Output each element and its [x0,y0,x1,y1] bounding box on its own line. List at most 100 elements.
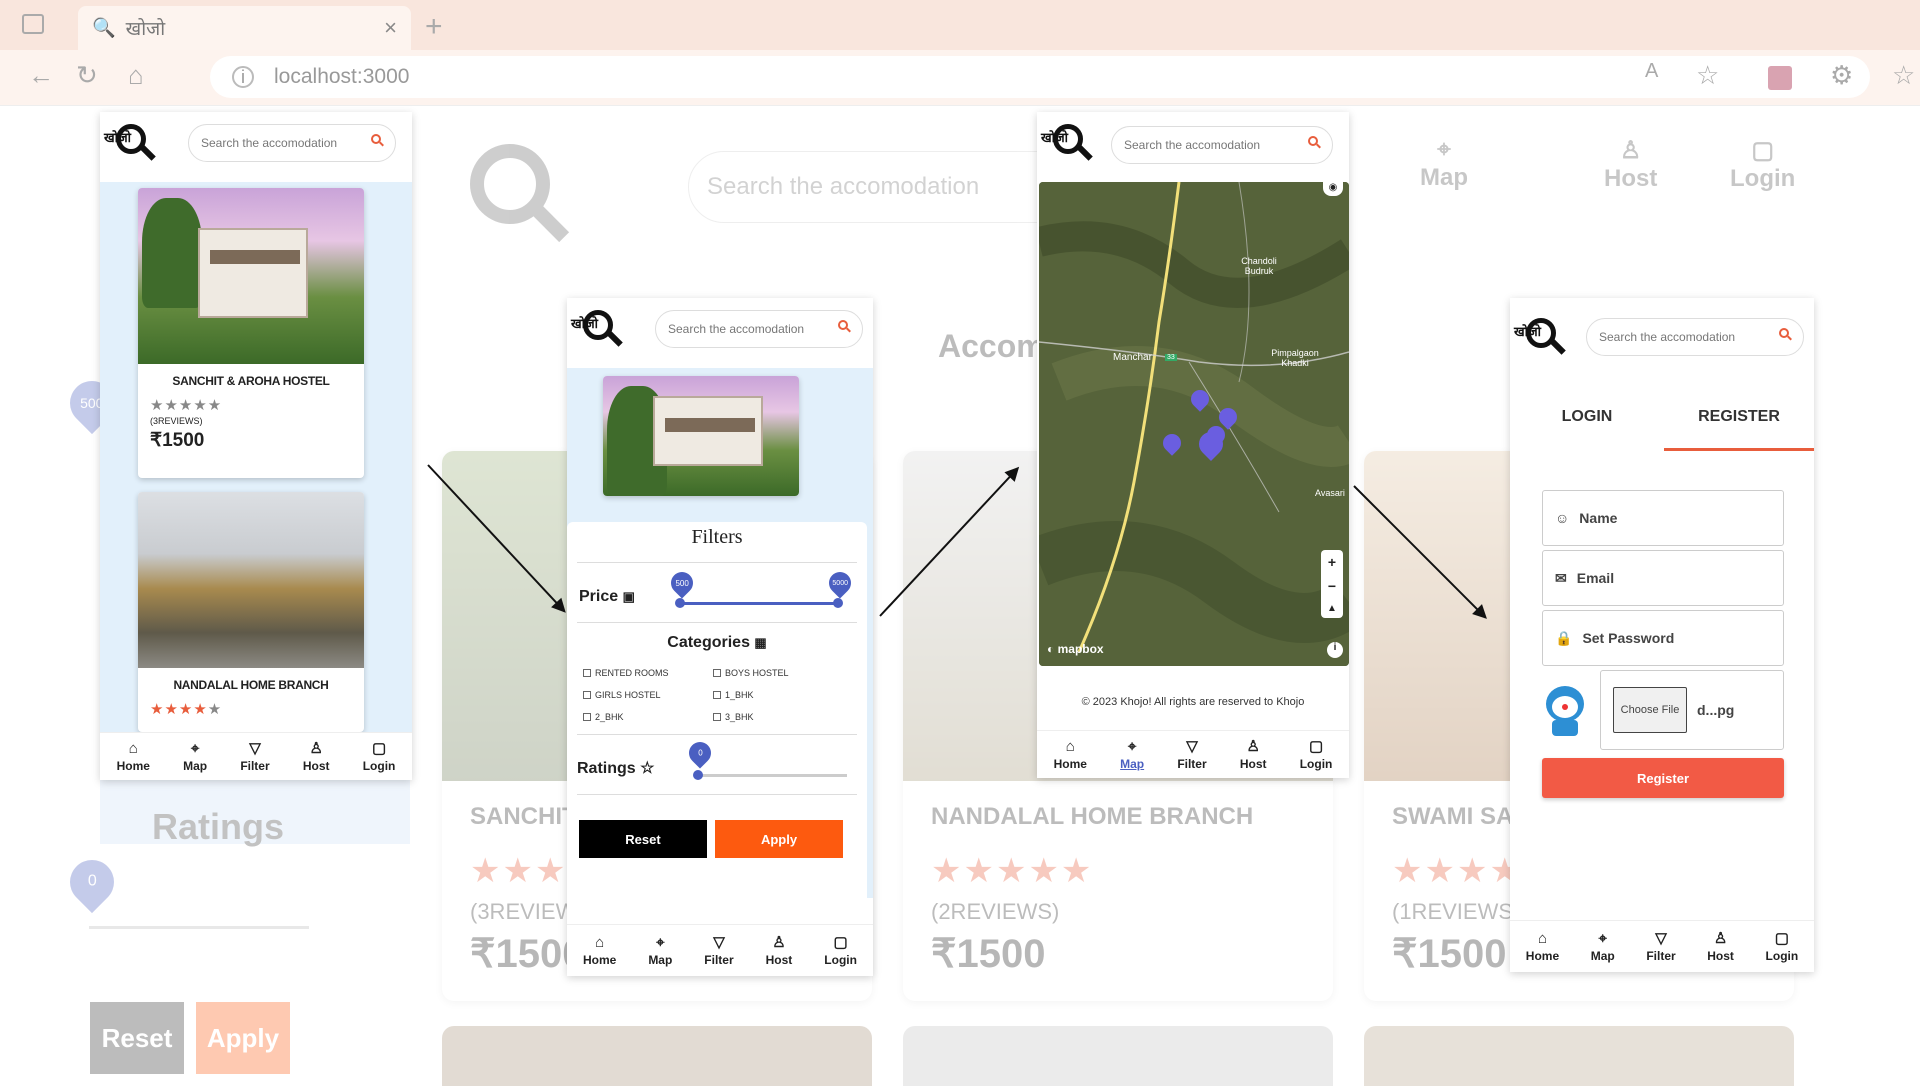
category-checkbox[interactable]: 2_BHK [583,712,624,722]
search-input[interactable]: Search the accomodation [1586,318,1804,356]
reload-icon[interactable]: ↻ [76,60,98,91]
extensions-icon[interactable]: ⚙ [1830,60,1853,91]
zoom-out-button[interactable]: − [1328,578,1336,594]
nav-login[interactable]: ▢ Login [1766,931,1799,963]
geolocate-icon[interactable]: ◉ [1323,182,1343,196]
extension-icon[interactable] [1768,66,1792,90]
listing-card[interactable]: NANDALAL HOME BRANCH ★★★★★ [138,492,364,732]
new-tab-icon[interactable]: + [425,10,443,44]
nav-login[interactable]: ▢ Login [824,935,857,967]
price-min-knob[interactable]: 500 [666,567,698,599]
tab-register[interactable]: REGISTER [1664,408,1814,426]
url-text: localhost:3000 [274,65,410,88]
nav-login[interactable]: ▢ Login [363,741,396,773]
favorite-icon[interactable]: ☆ [1696,60,1719,91]
price-max-knob[interactable]: 5000 [824,567,856,599]
register-button[interactable]: Register [1542,758,1784,798]
search-icon[interactable] [1308,136,1318,146]
search-input[interactable]: Search the accomodation [1111,126,1333,164]
browser-tab[interactable]: 🔍 खोजो × [78,6,411,50]
listing-photo [138,492,364,668]
listing-card[interactable]: SANCHIT & AROHA HOSTEL ★★★★★ (3REVIEWS) … [138,188,364,478]
nav-filter[interactable]: ▽ Filter [1177,739,1206,771]
listing-card[interactable] [603,376,799,496]
khojo-logo[interactable]: खोजो [571,308,627,356]
nav-map[interactable]: ⌖ Map [183,741,207,773]
nav-login[interactable]: ▢ Login [1300,739,1333,771]
search-icon[interactable] [371,134,381,144]
nav-home[interactable]: ⌂ Home [1054,739,1087,771]
name-field[interactable]: ☺ Name [1542,490,1784,546]
price-slider[interactable] [679,602,839,605]
category-checkbox[interactable]: GIRLS HOSTEL [583,690,661,700]
site-info-icon[interactable]: i [232,66,254,88]
sidebar-toggle-icon[interactable] [22,14,44,34]
nav-home[interactable]: ⌂ Home [583,935,616,967]
nav-host[interactable]: ♙ Host [1240,739,1267,771]
login-icon: ▢ [1308,737,1324,755]
info-icon[interactable]: i [1327,642,1343,658]
bottom-nav: ⌂ Home ⌖ Map ▽ Filter ♙ Host ▢ Login [1037,730,1349,778]
search-icon[interactable] [838,320,848,330]
password-field[interactable]: 🔒 Set Password [1542,610,1784,666]
star-icon: ☆ [640,760,655,777]
nav-filter[interactable]: ▽ Filter [1646,931,1675,963]
khojo-logo[interactable]: खोजो [1041,122,1097,170]
filters-panel: Filters Price ▣ 500 5000 Categories ▦ RE… [567,522,867,922]
listing-name: SANCHIT & AROHA HOSTEL [172,374,330,388]
background-nav-map: ⌖ Map [1420,136,1468,191]
back-icon[interactable]: ← [28,60,54,91]
price-max-handle[interactable] [833,598,843,608]
category-checkbox[interactable]: BOYS HOSTEL [713,668,789,678]
login-icon: ▢ [1751,137,1774,164]
email-field[interactable]: ✉ Email [1542,550,1784,606]
nav-host[interactable]: ♙ Host [1707,931,1734,963]
nav-home[interactable]: ⌂ Home [117,741,150,773]
home-icon[interactable]: ⌂ [128,60,144,91]
listing-name: NANDALAL HOME BRANCH [173,678,329,692]
zoom-in-button[interactable]: + [1328,554,1336,570]
category-checkbox[interactable]: 1_BHK [713,690,754,700]
nav-map[interactable]: ⌖ Map [1591,931,1615,963]
close-tab-icon[interactable]: × [384,15,397,41]
map-label: Avasari [1315,488,1345,498]
search-icon[interactable] [1779,328,1789,338]
nav-host[interactable]: ♙ Host [303,741,330,773]
file-upload-field: Choose File d...pg [1600,670,1784,750]
reset-button[interactable]: Reset [579,820,707,858]
compass-icon[interactable]: ▲ [1327,603,1337,614]
khojo-logo[interactable]: खोजो [104,122,160,170]
search-input[interactable]: Search the accomodation [655,310,863,348]
price-min-handle[interactable] [675,598,685,608]
search-input[interactable]: Search the accomodation [188,124,396,162]
map-pin-icon: ⌖ [190,739,200,757]
listing-photo [603,376,799,496]
ratings-slider[interactable] [697,774,847,777]
ratings-knob[interactable]: 0 [684,737,716,769]
category-checkbox[interactable]: RENTED ROOMS [583,668,669,678]
nav-map[interactable]: ⌖ Map [1120,739,1144,771]
nav-filter[interactable]: ▽ Filter [240,741,269,773]
read-aloud-icon[interactable]: A [1645,60,1658,83]
apply-button[interactable]: Apply [715,820,843,858]
ratings-handle[interactable] [693,770,703,780]
nav-map[interactable]: ⌖ Map [648,935,672,967]
url-field[interactable]: i localhost:3000 [210,56,1870,98]
map-pin-icon: ⌖ [656,933,665,951]
map-view[interactable]: Chandoli Budruk Manchar 33 Pimpalgaon Kh… [1039,182,1349,666]
favorites-bar-icon[interactable]: ☆ [1892,60,1915,91]
filters-title: Filters [691,526,743,548]
price-label: Price ▣ [579,588,635,605]
background-nav-host: ♙ Host [1604,137,1658,192]
khojo-logo[interactable]: खोजो [1514,316,1570,364]
category-checkbox[interactable]: 3_BHK [713,712,754,722]
review-count: (3REVIEWS) [150,416,203,426]
filter-icon: ▽ [1186,737,1198,755]
choose-file-button[interactable]: Choose File [1613,687,1687,733]
file-name: d...pg [1697,702,1735,718]
satellite-map [1039,182,1349,666]
tab-login[interactable]: LOGIN [1510,408,1664,426]
nav-filter[interactable]: ▽ Filter [704,935,733,967]
nav-host[interactable]: ♙ Host [766,935,793,967]
nav-home[interactable]: ⌂ Home [1526,931,1559,963]
